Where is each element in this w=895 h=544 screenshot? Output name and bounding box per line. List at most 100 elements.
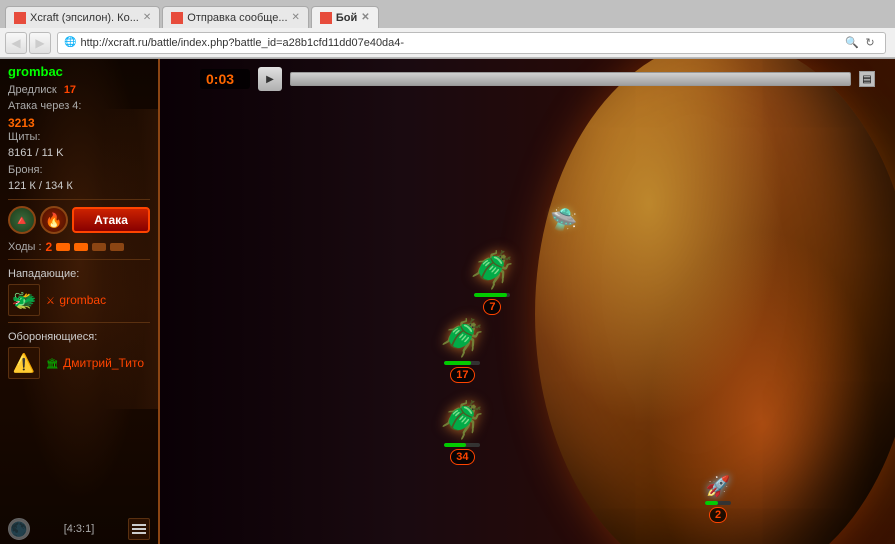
menu-line-1 bbox=[132, 524, 146, 526]
attack-button[interactable]: Атака bbox=[72, 207, 150, 233]
attack-timer-label: Атака через 4: bbox=[8, 99, 150, 114]
defenders-label: Обороняющиеся: bbox=[8, 331, 150, 343]
armor-line: Броня: bbox=[8, 163, 150, 178]
menu-line-3 bbox=[132, 532, 146, 534]
ship-3-health-fill bbox=[444, 443, 466, 447]
ship-type-line: Дредлиск 17 bbox=[8, 83, 150, 98]
address-bar[interactable]: 🌐 http://xcraft.ru/battle/index.php?batt… bbox=[57, 32, 886, 54]
defender-alliance-icon: 🏛 bbox=[46, 359, 59, 370]
ship-3[interactable]: 🪲 34 bbox=[440, 399, 485, 465]
tab-close-message[interactable]: ✕ bbox=[292, 12, 300, 23]
left-panel: grombac Дредлиск 17 Атака через 4: 3213 … bbox=[0, 59, 160, 544]
ship-3-body: 🪲 bbox=[440, 399, 485, 441]
panel-divider-1 bbox=[8, 199, 150, 200]
tab-icon-message bbox=[171, 12, 183, 24]
ship-2[interactable]: 🪲 17 bbox=[440, 317, 485, 383]
ship-count: 17 bbox=[64, 84, 76, 96]
ship-4-health-fill bbox=[705, 501, 718, 505]
panel-bottom: 🌑 [4:3:1] bbox=[0, 518, 158, 540]
attacker-link[interactable]: grombac bbox=[59, 293, 106, 307]
moves-row: Ходы : 2 bbox=[8, 240, 150, 254]
attacker-avatar-icon: 🐲 bbox=[12, 288, 37, 313]
tab-close-xcraft[interactable]: ✕ bbox=[143, 12, 151, 23]
ship-1-label: 7 bbox=[483, 299, 501, 315]
attacker-avatar: 🐲 bbox=[8, 284, 40, 316]
defender-link[interactable]: Дмитрий_Тито bbox=[63, 356, 144, 370]
action-buttons: 🔺 🔥 Атака bbox=[8, 206, 150, 234]
planet bbox=[535, 59, 895, 544]
attacker-alliance-icon: ⚔ bbox=[46, 296, 55, 307]
moves-value: 2 bbox=[46, 240, 53, 254]
defender-info: 🏛 Дмитрий_Тито bbox=[46, 354, 144, 372]
tab-label-message: Отправка сообще... bbox=[187, 12, 287, 24]
armor-label: Броня: bbox=[8, 164, 43, 176]
settings-icon: ▤ bbox=[862, 74, 871, 85]
fire-icon: 🔥 bbox=[45, 212, 62, 229]
tab-icon-xcraft bbox=[14, 12, 26, 24]
shields-label: Щиты: bbox=[8, 131, 40, 143]
play-icon: ▶ bbox=[266, 74, 274, 85]
refresh-button[interactable]: ↻ bbox=[861, 34, 879, 52]
page-icon: 🌐 bbox=[64, 37, 76, 48]
satellite: 🛸 bbox=[550, 207, 577, 233]
ship-1-health-bar bbox=[474, 293, 510, 297]
menu-button[interactable] bbox=[128, 518, 150, 540]
play-button[interactable]: ▶ bbox=[258, 67, 282, 91]
fire-button[interactable]: 🔥 bbox=[40, 206, 68, 234]
tab-xcraft[interactable]: Xcraft (эпсилон). Ко... ✕ bbox=[5, 6, 160, 28]
back-icon: ◀ bbox=[11, 36, 20, 50]
panel-divider-2 bbox=[8, 259, 150, 260]
tab-message[interactable]: Отправка сообще... ✕ bbox=[162, 6, 309, 28]
panel-content: grombac Дредлиск 17 Атака через 4: 3213 … bbox=[0, 59, 158, 390]
search-button[interactable]: 🔍 bbox=[843, 34, 861, 52]
browser-chrome: Xcraft (эпсилон). Ко... ✕ Отправка сообщ… bbox=[0, 0, 895, 59]
player-name: grombac bbox=[8, 64, 150, 79]
settings-button[interactable]: ▤ bbox=[859, 71, 875, 87]
ship-4[interactable]: 🚀 2 bbox=[705, 474, 731, 523]
attack-label: Атака через 4: bbox=[8, 100, 81, 112]
address-actions: 🔍 ↻ bbox=[843, 34, 879, 52]
timer-display: 0:03 bbox=[200, 69, 250, 89]
shield-button[interactable]: 🔺 bbox=[8, 206, 36, 234]
armor-value: 121 К / 134 К bbox=[8, 179, 150, 194]
menu-icon bbox=[132, 524, 146, 534]
ship-1-body: 🪲 bbox=[470, 249, 515, 291]
attacker-info: ⚔ grombac bbox=[46, 291, 106, 309]
tab-battle[interactable]: Бой ✕ bbox=[311, 6, 379, 28]
ship-4-label: 2 bbox=[709, 507, 727, 523]
game-container: grombac Дредлиск 17 Атака через 4: 3213 … bbox=[0, 59, 895, 544]
ship-2-body: 🪲 bbox=[440, 317, 485, 359]
ship-4-body: 🚀 bbox=[706, 474, 731, 499]
planet-icon: 🌑 bbox=[10, 521, 27, 538]
attackers-label: Нападающие: bbox=[8, 268, 150, 280]
defender-entry: ⚠️ 🏛 Дмитрий_Тито bbox=[8, 347, 150, 379]
progress-bar[interactable] bbox=[290, 72, 851, 86]
ship-2-label: 17 bbox=[450, 367, 474, 383]
tab-label-battle: Бой bbox=[336, 12, 357, 24]
back-button[interactable]: ◀ bbox=[5, 32, 27, 54]
forward-button[interactable]: ▶ bbox=[29, 32, 51, 54]
ship-1-health-fill bbox=[474, 293, 506, 297]
panel-divider-3 bbox=[8, 322, 150, 323]
shields-line: Щиты: bbox=[8, 130, 150, 145]
forward-icon: ▶ bbox=[35, 36, 44, 50]
move-pip-2 bbox=[74, 243, 88, 251]
tab-icon-battle bbox=[320, 12, 332, 24]
aspect-ratio: [4:3:1] bbox=[64, 523, 95, 535]
ship-1[interactable]: 🪲 7 bbox=[470, 249, 515, 315]
url-text: http://xcraft.ru/battle/index.php?battle… bbox=[80, 37, 843, 49]
move-pip-1 bbox=[56, 243, 70, 251]
defender-avatar-icon: ⚠️ bbox=[13, 353, 35, 374]
menu-line-2 bbox=[132, 528, 146, 530]
ship-2-health-bar bbox=[444, 361, 480, 365]
ship-2-health-fill bbox=[444, 361, 471, 365]
tab-label-xcraft: Xcraft (эпсилон). Ко... bbox=[30, 12, 139, 24]
shields-value: 8161 / 11 K bbox=[8, 146, 150, 161]
browser-toolbar: ◀ ▶ 🌐 http://xcraft.ru/battle/index.php?… bbox=[0, 28, 895, 58]
tab-close-battle[interactable]: ✕ bbox=[361, 12, 369, 23]
moves-label: Ходы : bbox=[8, 241, 42, 253]
defender-avatar: ⚠️ bbox=[8, 347, 40, 379]
satellite-body: 🛸 bbox=[550, 207, 577, 233]
timer-bar: 0:03 ▶ ▤ bbox=[200, 67, 875, 91]
ship-type-label: Дредлиск bbox=[8, 84, 57, 96]
